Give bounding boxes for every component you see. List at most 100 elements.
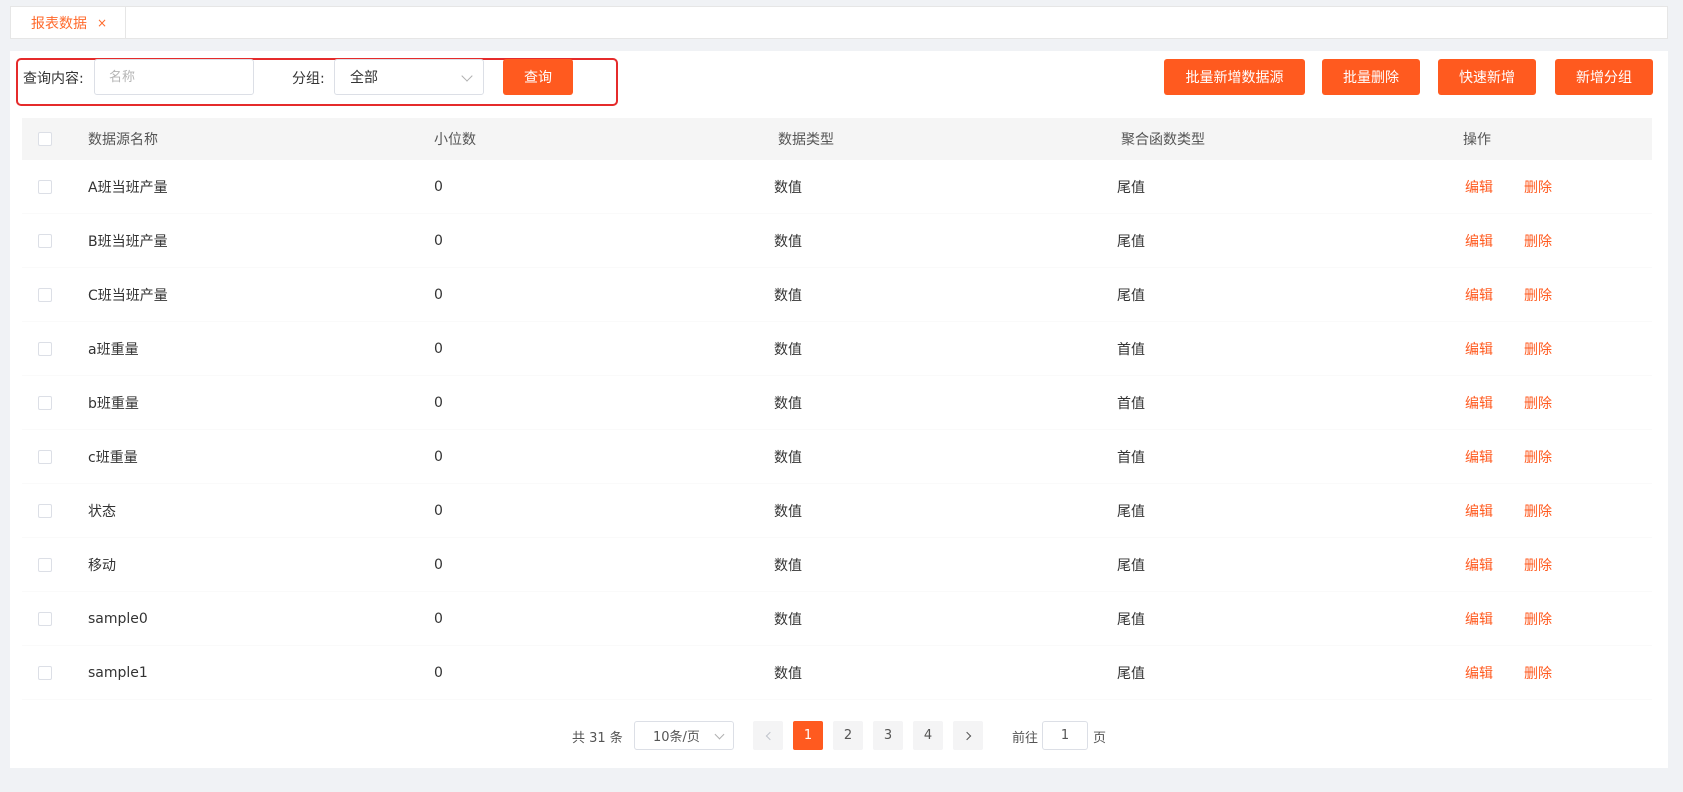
cell-name: A班当班产量	[88, 179, 168, 196]
prev-page-button[interactable]	[753, 721, 783, 750]
row-checkbox[interactable]	[38, 611, 52, 626]
edit-link[interactable]: 编辑	[1465, 484, 1493, 537]
table-body: A班当班产量 0 数值 尾值 编辑 删除 B班当班产量 0 数值 尾值 编辑 删除 C班当班产量 0 数值尾…	[22, 160, 1652, 700]
pagination: 共 31 条 10条/页 1 2 3 4 前往 页	[10, 721, 1668, 751]
edit-link[interactable]: 编辑	[1465, 214, 1493, 267]
search-button[interactable]: 查询	[503, 59, 573, 95]
row-checkbox[interactable]	[38, 233, 52, 248]
table-header: 数据源名称 小位数 数据类型 聚合函数类型 操作	[22, 118, 1652, 160]
query-content-label: 查询内容:	[23, 71, 84, 87]
delete-link[interactable]: 删除	[1524, 322, 1552, 375]
page-button-2[interactable]: 2	[833, 721, 863, 750]
cell-decimals: 0	[434, 286, 443, 303]
group-select[interactable]: 全部	[334, 59, 484, 95]
table-row: c班重量 0 数值 首值 编辑 删除	[22, 430, 1652, 484]
delete-link[interactable]: 删除	[1524, 214, 1552, 267]
cell-type: 数值	[774, 179, 802, 196]
delete-link[interactable]: 删除	[1524, 538, 1552, 591]
cell-name: 状态	[88, 503, 116, 520]
quick-add-button[interactable]: 快速新增	[1438, 59, 1536, 95]
cell-aggregate: 尾值	[1117, 287, 1145, 304]
edit-link[interactable]: 编辑	[1465, 538, 1493, 591]
edit-link[interactable]: 编辑	[1465, 592, 1493, 645]
cell-type: 数值	[774, 287, 802, 304]
delete-link[interactable]: 删除	[1524, 376, 1552, 429]
cell-aggregate: 尾值	[1117, 233, 1145, 250]
group-select-value: 全部	[350, 70, 378, 86]
page-size-select[interactable]: 10条/页	[634, 721, 734, 750]
edit-link[interactable]: 编辑	[1465, 430, 1493, 483]
delete-link[interactable]: 删除	[1524, 430, 1552, 483]
table-row: A班当班产量 0 数值 尾值 编辑 删除	[22, 160, 1652, 214]
delete-link[interactable]: 删除	[1524, 268, 1552, 321]
main-panel: 查询内容: 分组: 全部 查询 批量新增数据源 批量删除 快速新增 新增分组 数…	[10, 51, 1668, 768]
row-checkbox[interactable]	[38, 665, 52, 680]
row-checkbox[interactable]	[38, 179, 52, 194]
goto-page-input[interactable]	[1042, 721, 1088, 750]
cell-decimals: 0	[434, 232, 443, 249]
cell-decimals: 0	[434, 394, 443, 411]
table-row: sample1 0 数值 尾值 编辑 删除	[22, 646, 1652, 700]
row-checkbox[interactable]	[38, 395, 52, 410]
cell-aggregate: 首值	[1117, 449, 1145, 466]
chevron-down-icon	[714, 729, 725, 740]
cell-name: 移动	[88, 557, 116, 574]
tab-report-data[interactable]: 报表数据 ×	[11, 7, 126, 39]
edit-link[interactable]: 编辑	[1465, 268, 1493, 321]
batch-add-datasource-button[interactable]: 批量新增数据源	[1164, 59, 1305, 95]
cell-decimals: 0	[434, 556, 443, 573]
table-row: 移动 0 数值 尾值 编辑 删除	[22, 538, 1652, 592]
table-row: sample0 0 数值 尾值 编辑 删除	[22, 592, 1652, 646]
row-checkbox[interactable]	[38, 341, 52, 356]
cell-type: 数值	[774, 395, 802, 412]
batch-delete-button[interactable]: 批量删除	[1322, 59, 1420, 95]
tab-bar: 报表数据 ×	[10, 6, 1668, 39]
column-header-name: 数据源名称	[88, 132, 158, 148]
row-checkbox[interactable]	[38, 287, 52, 302]
row-checkbox[interactable]	[38, 557, 52, 572]
select-all-checkbox[interactable]	[38, 132, 52, 146]
cell-name: sample1	[88, 664, 148, 681]
tab-label: 报表数据	[31, 16, 87, 32]
edit-link[interactable]: 编辑	[1465, 646, 1493, 699]
column-header-operations: 操作	[1463, 132, 1491, 148]
delete-link[interactable]: 删除	[1524, 484, 1552, 537]
cell-type: 数值	[774, 503, 802, 520]
chevron-down-icon	[461, 70, 473, 82]
search-input[interactable]	[94, 59, 254, 95]
page-button-1[interactable]: 1	[793, 721, 823, 750]
table-row: b班重量 0 数值 首值 编辑 删除	[22, 376, 1652, 430]
row-checkbox[interactable]	[38, 503, 52, 518]
cell-type: 数值	[774, 557, 802, 574]
cell-name: sample0	[88, 610, 148, 627]
page-button-4[interactable]: 4	[913, 721, 943, 750]
edit-link[interactable]: 编辑	[1465, 160, 1493, 213]
delete-link[interactable]: 删除	[1524, 646, 1552, 699]
delete-link[interactable]: 删除	[1524, 592, 1552, 645]
delete-link[interactable]: 删除	[1524, 160, 1552, 213]
add-group-button[interactable]: 新增分组	[1555, 59, 1653, 95]
edit-link[interactable]: 编辑	[1465, 322, 1493, 375]
next-page-button[interactable]	[953, 721, 983, 750]
cell-name: C班当班产量	[88, 287, 168, 304]
page-unit-label: 页	[1093, 730, 1107, 746]
cell-type: 数值	[774, 341, 802, 358]
cell-aggregate: 尾值	[1117, 179, 1145, 196]
close-icon[interactable]: ×	[97, 16, 107, 30]
cell-decimals: 0	[434, 340, 443, 357]
cell-name: b班重量	[88, 395, 139, 412]
column-header-aggregate: 聚合函数类型	[1121, 132, 1205, 148]
column-header-type: 数据类型	[778, 132, 834, 148]
cell-type: 数值	[774, 449, 802, 466]
table-row: a班重量 0 数值 首值 编辑 删除	[22, 322, 1652, 376]
edit-link[interactable]: 编辑	[1465, 376, 1493, 429]
row-checkbox[interactable]	[38, 449, 52, 464]
cell-decimals: 0	[434, 448, 443, 465]
page-button-3[interactable]: 3	[873, 721, 903, 750]
cell-aggregate: 尾值	[1117, 557, 1145, 574]
cell-aggregate: 尾值	[1117, 611, 1145, 628]
table-row: B班当班产量 0 数值 尾值 编辑 删除	[22, 214, 1652, 268]
cell-aggregate: 尾值	[1117, 503, 1145, 520]
cell-type: 数值	[774, 233, 802, 250]
cell-name: c班重量	[88, 449, 138, 466]
